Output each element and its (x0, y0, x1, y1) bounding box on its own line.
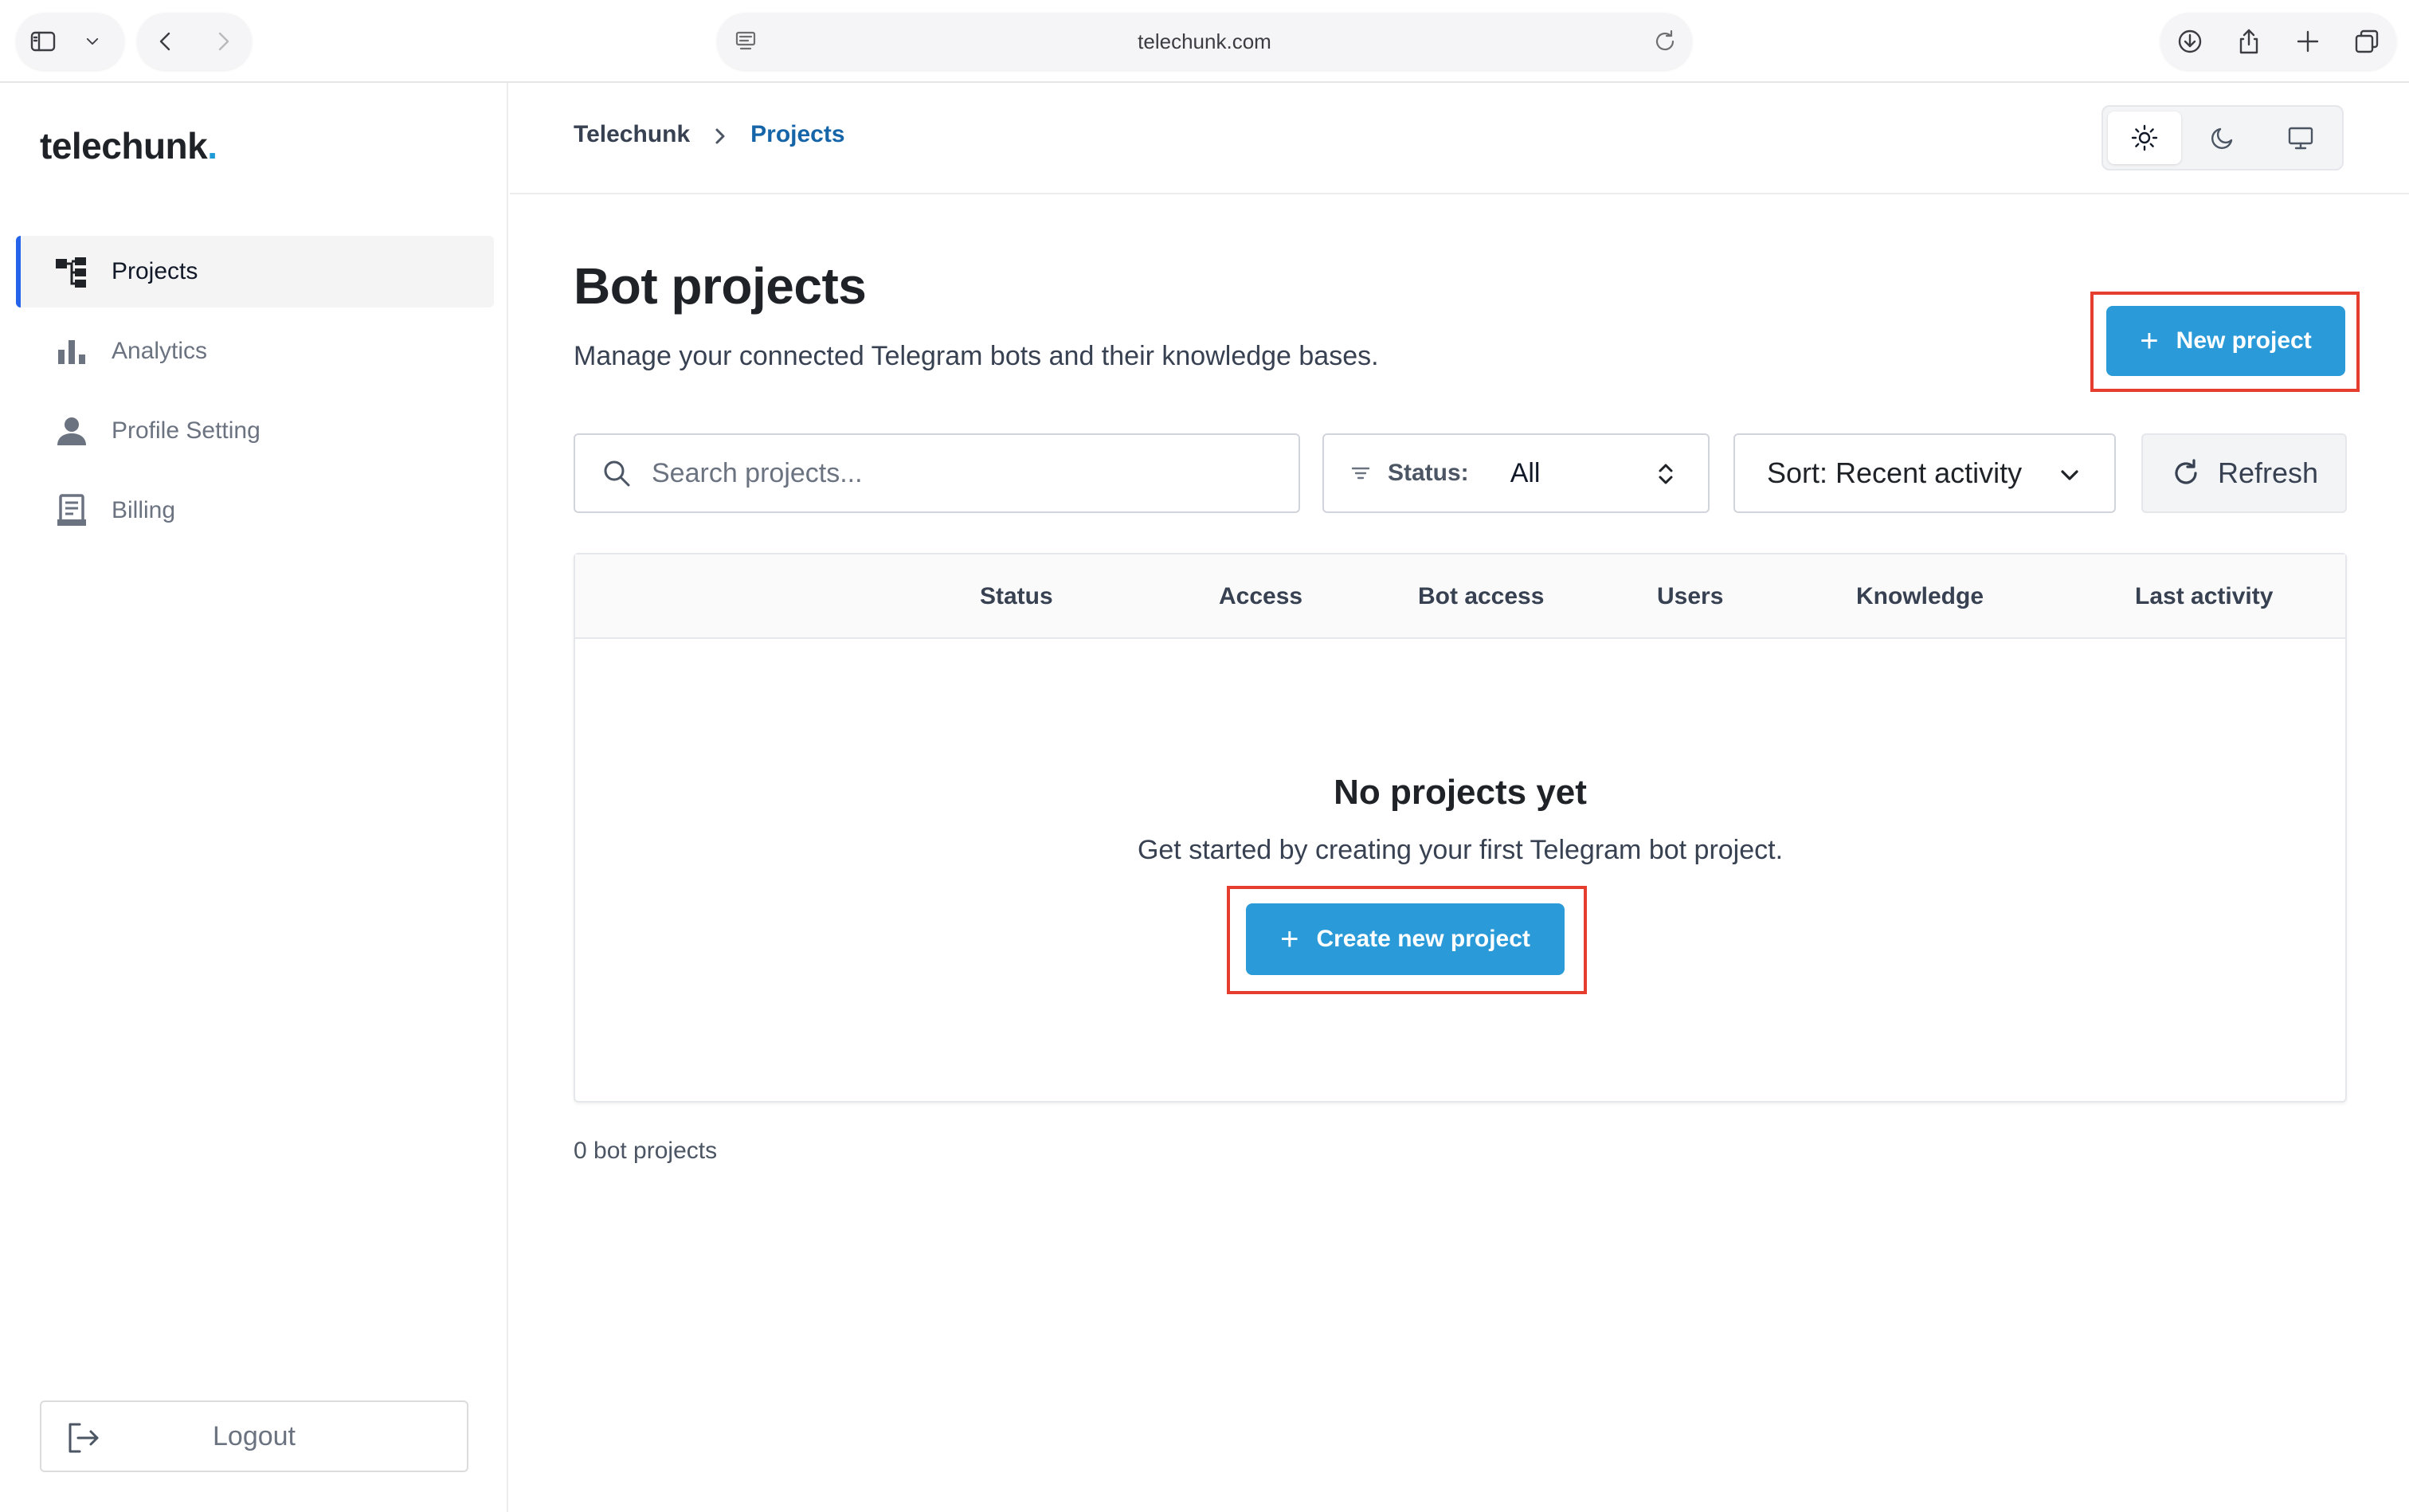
chevron-down-icon[interactable] (70, 13, 115, 70)
page-subtitle: Manage your connected Telegram bots and … (574, 341, 1379, 371)
sidebar-toggle-group (16, 13, 124, 70)
projects-tree-icon (53, 253, 91, 291)
new-tab-icon[interactable] (2278, 13, 2337, 70)
column-header-last-activity[interactable]: Last activity (2135, 583, 2273, 610)
sidebar-item-profile-setting[interactable]: Profile Setting (16, 395, 494, 467)
browser-toolbar: telechunk.com (0, 0, 2409, 83)
table-header: Status Access Bot access Users Knowledge… (575, 554, 2345, 639)
column-header-knowledge[interactable]: Knowledge (1856, 583, 1984, 610)
sidebar-item-label: Billing (112, 497, 176, 523)
bar-chart-icon (53, 332, 91, 370)
theme-light-button[interactable] (2108, 112, 2181, 164)
logo-text: telechunk (40, 125, 208, 166)
create-new-project-button[interactable]: + Create new project (1246, 903, 1565, 975)
tabs-overview-icon[interactable] (2337, 13, 2396, 70)
sidebar-item-label: Projects (112, 258, 198, 284)
column-header-users[interactable]: Users (1657, 583, 1723, 610)
page-settings-icon[interactable] (731, 27, 760, 60)
project-count: 0 bot projects (574, 1138, 718, 1164)
sort-select[interactable]: Sort: Recent activity (1733, 433, 2116, 513)
chevron-down-icon (2057, 462, 2082, 488)
user-icon (53, 412, 91, 450)
address-bar[interactable]: telechunk.com (717, 13, 1692, 70)
url-text: telechunk.com (1138, 29, 1271, 53)
sidebar-item-projects[interactable]: Projects (16, 236, 494, 307)
sidebar: telechunk. Projects Analytics Profile Se… (0, 83, 508, 1512)
breadcrumb-root-link[interactable]: Telechunk (574, 121, 690, 148)
sidebar-item-billing[interactable]: Billing (16, 475, 494, 546)
theme-dark-button[interactable] (2186, 112, 2259, 164)
theme-system-button[interactable] (2264, 112, 2337, 164)
reload-icon[interactable] (1651, 27, 1679, 60)
column-header-bot-access[interactable]: Bot access (1418, 583, 1544, 610)
forward-icon[interactable] (194, 13, 252, 70)
history-nav-group (137, 13, 252, 70)
sidebar-toggle-icon[interactable] (16, 13, 70, 70)
search-input[interactable] (652, 457, 1273, 489)
empty-state-title: No projects yet (1334, 773, 1587, 812)
sidebar-nav: Projects Analytics Profile Setting Billi… (16, 236, 494, 554)
main-header: Telechunk Projects (510, 83, 2409, 194)
receipt-icon (53, 492, 91, 530)
monitor-icon (2288, 127, 2313, 150)
refresh-button[interactable]: Refresh (2141, 433, 2347, 513)
sun-icon (2131, 124, 2158, 151)
chevron-right-icon (711, 125, 730, 144)
plus-icon: + (2140, 323, 2159, 358)
filter-icon (1349, 462, 1372, 484)
sort-label: Sort: Recent activity (1767, 456, 2023, 489)
chevron-up-down-icon (1652, 460, 1679, 488)
column-header-access[interactable]: Access (1219, 583, 1302, 610)
status-filter-value: All (1510, 457, 1541, 488)
breadcrumb: Telechunk Projects (574, 121, 845, 148)
logout-button[interactable]: Logout (40, 1400, 468, 1472)
app-logo[interactable]: telechunk. (40, 124, 217, 167)
refresh-icon (2170, 457, 2202, 489)
search-icon (601, 457, 633, 489)
projects-table: Status Access Bot access Users Knowledge… (574, 553, 2347, 1103)
breadcrumb-current[interactable]: Projects (750, 121, 844, 148)
sidebar-item-label: Profile Setting (112, 417, 260, 444)
new-project-button[interactable]: + New project (2106, 306, 2345, 376)
sidebar-item-label: Analytics (112, 338, 208, 364)
logo-dot: . (207, 125, 217, 166)
sidebar-item-analytics[interactable]: Analytics (16, 315, 494, 387)
create-new-project-label: Create new project (1316, 926, 1530, 952)
logout-label: Logout (213, 1420, 296, 1451)
empty-state-subtitle: Get started by creating your first Teleg… (1137, 835, 1784, 865)
refresh-label: Refresh (2217, 456, 2319, 489)
moon-icon (2211, 127, 2233, 149)
search-box (574, 433, 1300, 513)
status-filter-label: Status: (1388, 460, 1469, 486)
browser-actions-group (2160, 13, 2396, 70)
plus-icon: + (1280, 922, 1299, 957)
back-icon[interactable] (137, 13, 194, 70)
status-filter-select[interactable]: Status: All (1322, 433, 1710, 513)
logout-icon (65, 1420, 102, 1456)
column-header-status[interactable]: Status (980, 583, 1053, 610)
page-title: Bot projects (574, 257, 867, 315)
theme-switcher (2102, 105, 2344, 170)
share-icon[interactable] (2219, 13, 2278, 70)
new-project-label: New project (2176, 327, 2312, 354)
download-icon[interactable] (2160, 13, 2219, 70)
